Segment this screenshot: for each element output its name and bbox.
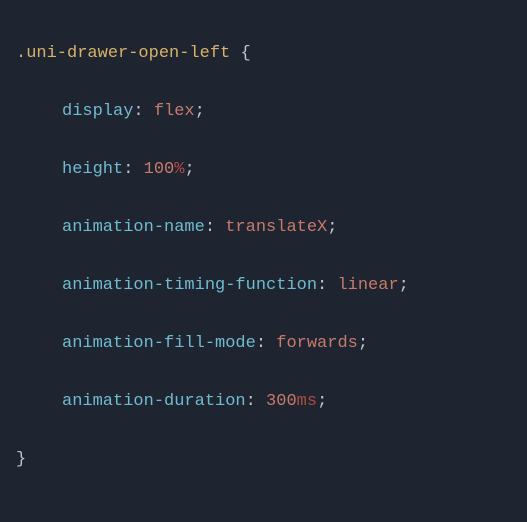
code-block: .uni-drawer-open-left { display: flex; h… <box>0 0 527 522</box>
css-value: linear <box>337 276 398 295</box>
open-brace: { <box>230 44 250 63</box>
css-property: animation-duration <box>62 392 246 411</box>
css-value: forwards <box>276 334 358 353</box>
css-unit: ms <box>297 392 317 411</box>
css-unit: % <box>174 160 184 179</box>
css-property: display <box>62 102 133 121</box>
declaration-line: animation-fill-mode: forwards; <box>16 329 527 358</box>
css-property: animation-fill-mode <box>62 334 256 353</box>
css-value: 300 <box>266 392 297 411</box>
css-value: translateX <box>225 218 327 237</box>
css-value: 100 <box>144 160 175 179</box>
css-value: flex <box>154 102 195 121</box>
declaration-line: animation-timing-function: linear; <box>16 271 527 300</box>
blank-line <box>16 503 527 522</box>
selector-line: .uni-drawer-open-left { <box>16 39 527 68</box>
css-property: animation-timing-function <box>62 276 317 295</box>
css-property: animation-name <box>62 218 205 237</box>
declaration-line: display: flex; <box>16 97 527 126</box>
close-brace: } <box>16 450 26 469</box>
close-brace-line: } <box>16 445 527 474</box>
css-selector: .uni-drawer-open-left <box>16 44 230 63</box>
declaration-line: height: 100%; <box>16 155 527 184</box>
declaration-line: animation-duration: 300ms; <box>16 387 527 416</box>
declaration-line: animation-name: translateX; <box>16 213 527 242</box>
css-property: height <box>62 160 123 179</box>
